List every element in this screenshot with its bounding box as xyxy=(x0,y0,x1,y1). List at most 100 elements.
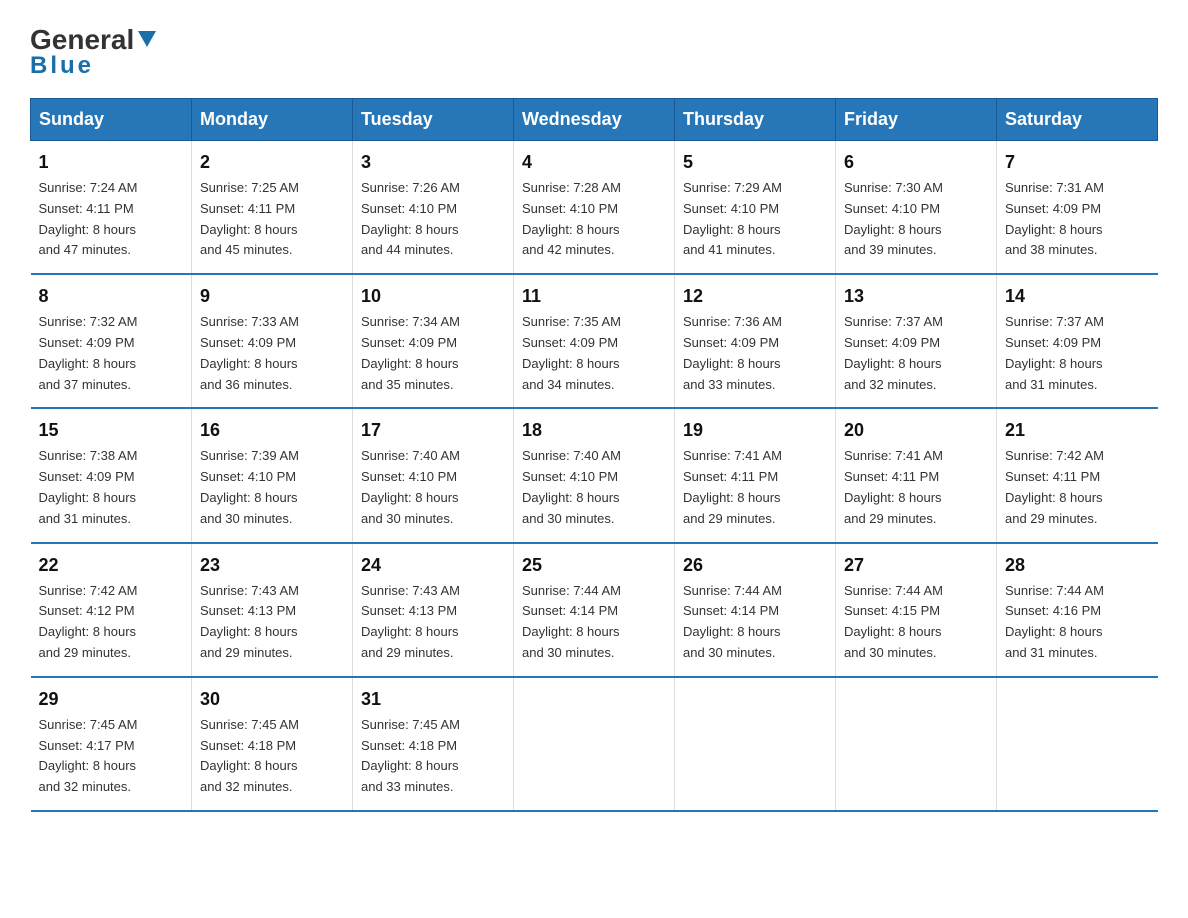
calendar-cell: 18Sunrise: 7:40 AMSunset: 4:10 PMDayligh… xyxy=(514,408,675,542)
day-number: 24 xyxy=(361,552,505,579)
calendar-week-row: 15Sunrise: 7:38 AMSunset: 4:09 PMDayligh… xyxy=(31,408,1158,542)
day-number: 28 xyxy=(1005,552,1150,579)
calendar-cell: 20Sunrise: 7:41 AMSunset: 4:11 PMDayligh… xyxy=(836,408,997,542)
header-sunday: Sunday xyxy=(31,99,192,141)
day-number: 25 xyxy=(522,552,666,579)
day-number: 13 xyxy=(844,283,988,310)
calendar-cell: 3Sunrise: 7:26 AMSunset: 4:10 PMDaylight… xyxy=(353,141,514,275)
day-info: Sunrise: 7:42 AMSunset: 4:12 PMDaylight:… xyxy=(39,581,184,664)
day-info: Sunrise: 7:26 AMSunset: 4:10 PMDaylight:… xyxy=(361,178,505,261)
day-info: Sunrise: 7:45 AMSunset: 4:18 PMDaylight:… xyxy=(200,715,344,798)
day-number: 30 xyxy=(200,686,344,713)
day-info: Sunrise: 7:37 AMSunset: 4:09 PMDaylight:… xyxy=(844,312,988,395)
header-monday: Monday xyxy=(192,99,353,141)
header-wednesday: Wednesday xyxy=(514,99,675,141)
calendar-cell: 10Sunrise: 7:34 AMSunset: 4:09 PMDayligh… xyxy=(353,274,514,408)
day-info: Sunrise: 7:28 AMSunset: 4:10 PMDaylight:… xyxy=(522,178,666,261)
calendar-table: SundayMondayTuesdayWednesdayThursdayFrid… xyxy=(30,98,1158,812)
calendar-cell: 22Sunrise: 7:42 AMSunset: 4:12 PMDayligh… xyxy=(31,543,192,677)
calendar-cell xyxy=(997,677,1158,811)
logo-triangle-icon xyxy=(136,27,158,49)
calendar-cell: 11Sunrise: 7:35 AMSunset: 4:09 PMDayligh… xyxy=(514,274,675,408)
day-info: Sunrise: 7:41 AMSunset: 4:11 PMDaylight:… xyxy=(683,446,827,529)
day-info: Sunrise: 7:32 AMSunset: 4:09 PMDaylight:… xyxy=(39,312,184,395)
day-info: Sunrise: 7:43 AMSunset: 4:13 PMDaylight:… xyxy=(361,581,505,664)
calendar-cell: 21Sunrise: 7:42 AMSunset: 4:11 PMDayligh… xyxy=(997,408,1158,542)
day-number: 22 xyxy=(39,552,184,579)
day-info: Sunrise: 7:44 AMSunset: 4:15 PMDaylight:… xyxy=(844,581,988,664)
logo-blue: Blue xyxy=(30,52,94,80)
day-number: 31 xyxy=(361,686,505,713)
day-number: 17 xyxy=(361,417,505,444)
day-number: 3 xyxy=(361,149,505,176)
calendar-cell: 6Sunrise: 7:30 AMSunset: 4:10 PMDaylight… xyxy=(836,141,997,275)
calendar-cell: 5Sunrise: 7:29 AMSunset: 4:10 PMDaylight… xyxy=(675,141,836,275)
page-header: General Blue xyxy=(30,20,1158,80)
day-number: 26 xyxy=(683,552,827,579)
day-info: Sunrise: 7:44 AMSunset: 4:14 PMDaylight:… xyxy=(683,581,827,664)
day-info: Sunrise: 7:40 AMSunset: 4:10 PMDaylight:… xyxy=(361,446,505,529)
day-info: Sunrise: 7:43 AMSunset: 4:13 PMDaylight:… xyxy=(200,581,344,664)
calendar-cell: 28Sunrise: 7:44 AMSunset: 4:16 PMDayligh… xyxy=(997,543,1158,677)
day-number: 23 xyxy=(200,552,344,579)
day-info: Sunrise: 7:40 AMSunset: 4:10 PMDaylight:… xyxy=(522,446,666,529)
day-number: 21 xyxy=(1005,417,1150,444)
calendar-cell: 4Sunrise: 7:28 AMSunset: 4:10 PMDaylight… xyxy=(514,141,675,275)
header-tuesday: Tuesday xyxy=(353,99,514,141)
day-info: Sunrise: 7:37 AMSunset: 4:09 PMDaylight:… xyxy=(1005,312,1150,395)
calendar-cell: 31Sunrise: 7:45 AMSunset: 4:18 PMDayligh… xyxy=(353,677,514,811)
day-info: Sunrise: 7:24 AMSunset: 4:11 PMDaylight:… xyxy=(39,178,184,261)
day-number: 27 xyxy=(844,552,988,579)
day-info: Sunrise: 7:36 AMSunset: 4:09 PMDaylight:… xyxy=(683,312,827,395)
day-info: Sunrise: 7:44 AMSunset: 4:16 PMDaylight:… xyxy=(1005,581,1150,664)
calendar-header-row: SundayMondayTuesdayWednesdayThursdayFrid… xyxy=(31,99,1158,141)
logo: General Blue xyxy=(30,26,158,80)
calendar-week-row: 8Sunrise: 7:32 AMSunset: 4:09 PMDaylight… xyxy=(31,274,1158,408)
day-number: 29 xyxy=(39,686,184,713)
day-number: 15 xyxy=(39,417,184,444)
day-info: Sunrise: 7:34 AMSunset: 4:09 PMDaylight:… xyxy=(361,312,505,395)
calendar-cell: 8Sunrise: 7:32 AMSunset: 4:09 PMDaylight… xyxy=(31,274,192,408)
day-number: 20 xyxy=(844,417,988,444)
calendar-cell: 26Sunrise: 7:44 AMSunset: 4:14 PMDayligh… xyxy=(675,543,836,677)
day-info: Sunrise: 7:31 AMSunset: 4:09 PMDaylight:… xyxy=(1005,178,1150,261)
calendar-cell: 23Sunrise: 7:43 AMSunset: 4:13 PMDayligh… xyxy=(192,543,353,677)
day-number: 7 xyxy=(1005,149,1150,176)
calendar-week-row: 22Sunrise: 7:42 AMSunset: 4:12 PMDayligh… xyxy=(31,543,1158,677)
calendar-cell: 16Sunrise: 7:39 AMSunset: 4:10 PMDayligh… xyxy=(192,408,353,542)
day-number: 9 xyxy=(200,283,344,310)
calendar-cell xyxy=(675,677,836,811)
header-thursday: Thursday xyxy=(675,99,836,141)
day-number: 5 xyxy=(683,149,827,176)
calendar-cell: 30Sunrise: 7:45 AMSunset: 4:18 PMDayligh… xyxy=(192,677,353,811)
calendar-week-row: 1Sunrise: 7:24 AMSunset: 4:11 PMDaylight… xyxy=(31,141,1158,275)
calendar-cell: 17Sunrise: 7:40 AMSunset: 4:10 PMDayligh… xyxy=(353,408,514,542)
calendar-cell: 12Sunrise: 7:36 AMSunset: 4:09 PMDayligh… xyxy=(675,274,836,408)
calendar-cell: 9Sunrise: 7:33 AMSunset: 4:09 PMDaylight… xyxy=(192,274,353,408)
calendar-cell: 7Sunrise: 7:31 AMSunset: 4:09 PMDaylight… xyxy=(997,141,1158,275)
day-info: Sunrise: 7:25 AMSunset: 4:11 PMDaylight:… xyxy=(200,178,344,261)
day-info: Sunrise: 7:41 AMSunset: 4:11 PMDaylight:… xyxy=(844,446,988,529)
calendar-week-row: 29Sunrise: 7:45 AMSunset: 4:17 PMDayligh… xyxy=(31,677,1158,811)
calendar-cell: 14Sunrise: 7:37 AMSunset: 4:09 PMDayligh… xyxy=(997,274,1158,408)
logo-general: General xyxy=(30,26,134,54)
day-info: Sunrise: 7:45 AMSunset: 4:17 PMDaylight:… xyxy=(39,715,184,798)
day-info: Sunrise: 7:30 AMSunset: 4:10 PMDaylight:… xyxy=(844,178,988,261)
header-saturday: Saturday xyxy=(997,99,1158,141)
day-number: 12 xyxy=(683,283,827,310)
calendar-cell: 29Sunrise: 7:45 AMSunset: 4:17 PMDayligh… xyxy=(31,677,192,811)
day-info: Sunrise: 7:42 AMSunset: 4:11 PMDaylight:… xyxy=(1005,446,1150,529)
day-info: Sunrise: 7:44 AMSunset: 4:14 PMDaylight:… xyxy=(522,581,666,664)
calendar-cell: 2Sunrise: 7:25 AMSunset: 4:11 PMDaylight… xyxy=(192,141,353,275)
calendar-cell: 24Sunrise: 7:43 AMSunset: 4:13 PMDayligh… xyxy=(353,543,514,677)
day-number: 11 xyxy=(522,283,666,310)
calendar-cell: 27Sunrise: 7:44 AMSunset: 4:15 PMDayligh… xyxy=(836,543,997,677)
day-number: 6 xyxy=(844,149,988,176)
day-number: 16 xyxy=(200,417,344,444)
day-number: 2 xyxy=(200,149,344,176)
calendar-cell: 1Sunrise: 7:24 AMSunset: 4:11 PMDaylight… xyxy=(31,141,192,275)
calendar-cell xyxy=(514,677,675,811)
day-number: 18 xyxy=(522,417,666,444)
day-number: 8 xyxy=(39,283,184,310)
calendar-cell: 15Sunrise: 7:38 AMSunset: 4:09 PMDayligh… xyxy=(31,408,192,542)
